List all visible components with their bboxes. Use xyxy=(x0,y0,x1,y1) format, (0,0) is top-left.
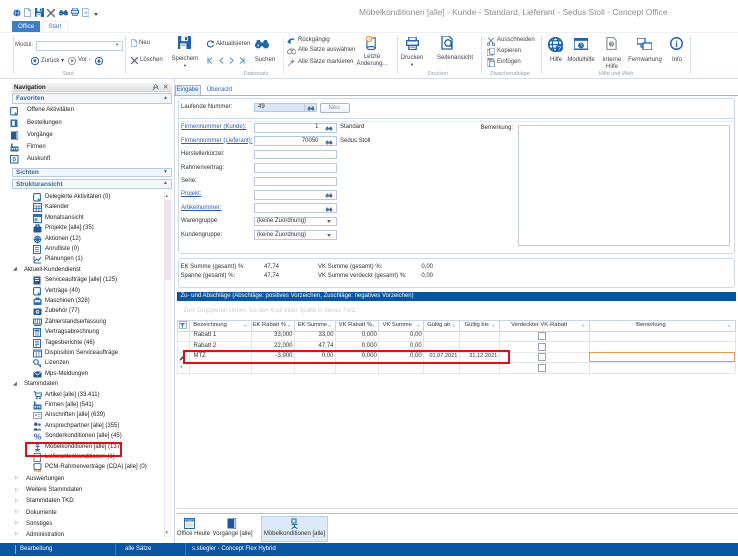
svg-text:TODAY: TODAY xyxy=(185,518,194,522)
